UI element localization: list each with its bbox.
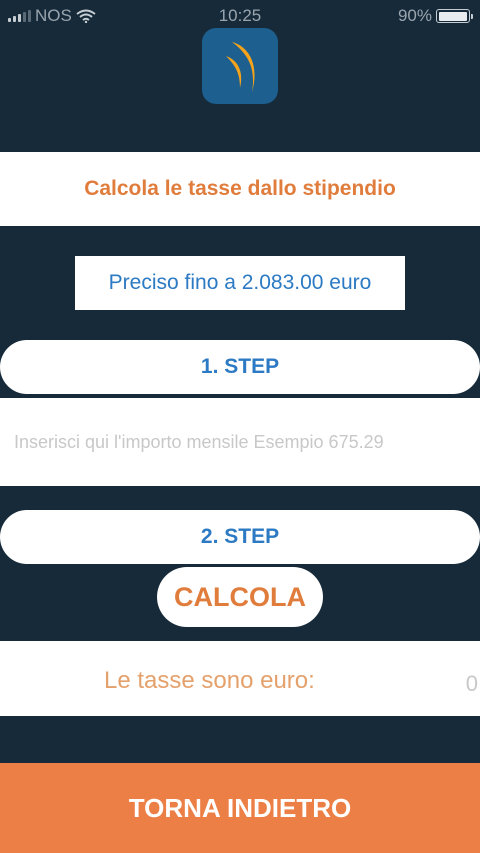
result-value: 0: [465, 671, 478, 696]
result-label: Le tasse sono euro:: [104, 667, 315, 694]
battery-percent: 90%: [397, 6, 432, 25]
calculate-button[interactable]: CALCOLA: [157, 567, 323, 627]
battery-icon: [436, 9, 473, 23]
step2-button[interactable]: 2. STEP: [0, 510, 480, 564]
result-band: Le tasse sono euro: 0: [0, 641, 480, 716]
amount-input[interactable]: [0, 398, 480, 486]
title-band: Calcola le tasse dallo stipendio: [0, 152, 480, 226]
step1-button[interactable]: 1. STEP: [0, 340, 480, 394]
back-button[interactable]: TORNA INDIETRO: [0, 763, 480, 853]
precision-note: Preciso fino a 2.083.00 euro: [108, 271, 372, 294]
app-logo: [202, 28, 278, 104]
page-title: Calcola le tasse dallo stipendio: [84, 177, 396, 200]
status-right: 90%: [397, 6, 473, 26]
precision-note-box: Preciso fino a 2.083.00 euro: [75, 256, 405, 310]
swoosh-logo-icon: [226, 42, 255, 92]
